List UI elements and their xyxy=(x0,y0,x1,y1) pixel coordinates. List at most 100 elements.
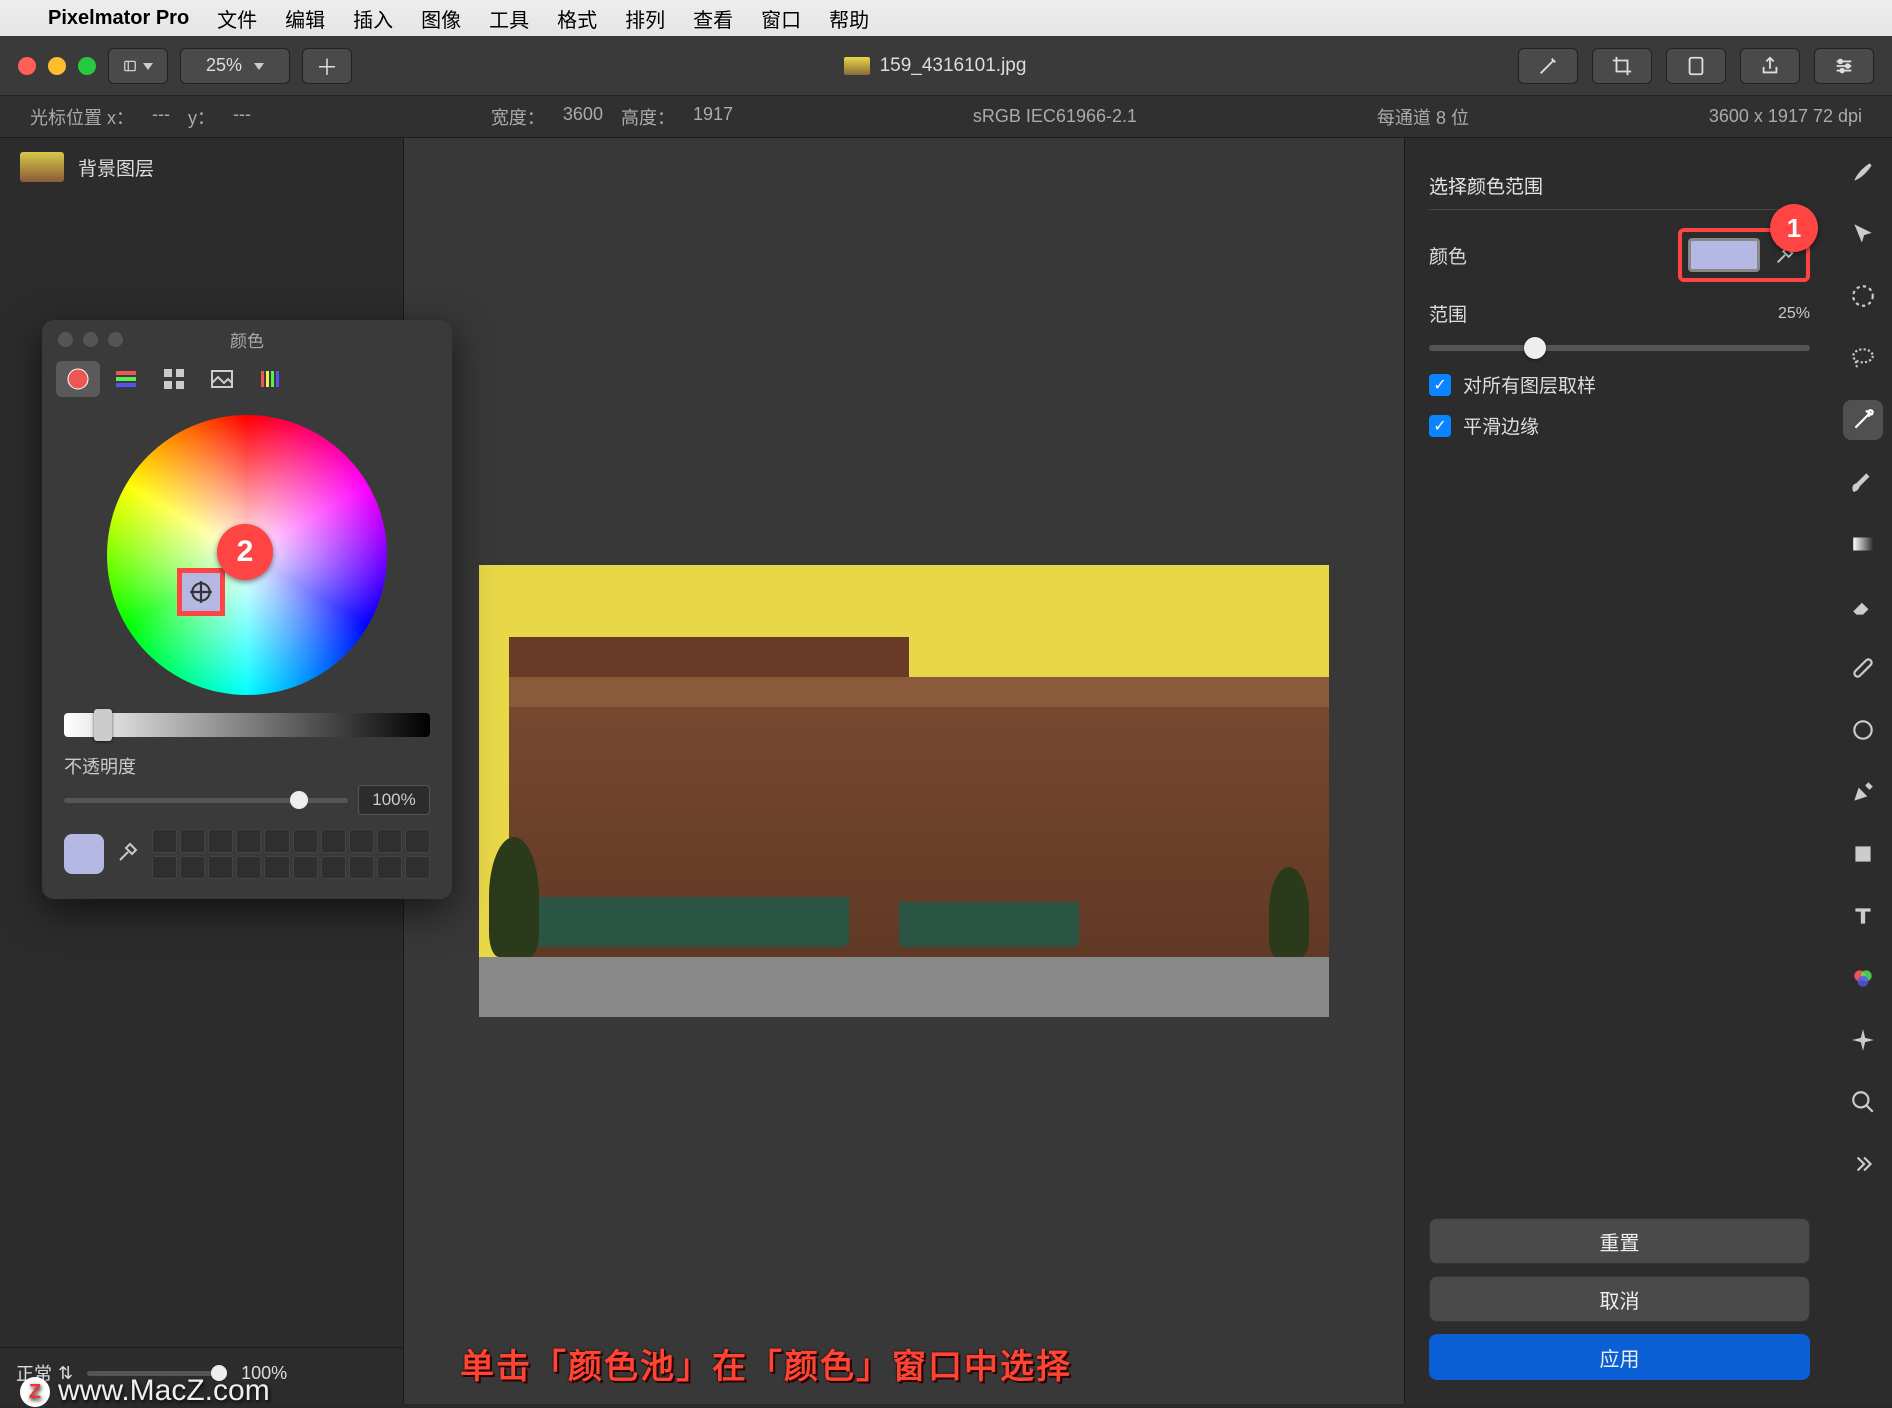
brush-icon xyxy=(1850,469,1876,495)
tool-repair[interactable] xyxy=(1843,648,1883,688)
lasso-icon xyxy=(1850,345,1876,371)
window-fullscreen-button[interactable] xyxy=(78,57,96,75)
share-icon xyxy=(1759,55,1781,77)
smooth-edges-checkbox[interactable]: ✓ 平滑边缘 xyxy=(1429,412,1810,439)
opacity-value[interactable]: 100% xyxy=(358,785,430,815)
layer-row[interactable]: 背景图层 xyxy=(0,138,403,196)
layer-name: 背景图层 xyxy=(78,154,154,181)
window-close-button[interactable] xyxy=(18,57,36,75)
sliders-icon xyxy=(1833,55,1855,77)
width-value: 3600 xyxy=(563,104,603,130)
tool-more[interactable] xyxy=(1843,1144,1883,1184)
zoom-dropdown[interactable]: 25% xyxy=(180,48,290,84)
tool-color-well[interactable] xyxy=(1843,958,1883,998)
color-tab-sliders[interactable] xyxy=(104,361,148,397)
color-tab-palettes[interactable] xyxy=(152,361,196,397)
menu-edit[interactable]: 编辑 xyxy=(285,4,325,33)
menu-tools[interactable]: 工具 xyxy=(489,4,529,33)
cursor-icon xyxy=(1850,221,1876,247)
tool-smudge[interactable] xyxy=(1843,710,1883,750)
tool-strip xyxy=(1834,138,1892,1404)
tool-pen[interactable] xyxy=(1843,772,1883,812)
tool-arrange[interactable] xyxy=(1843,214,1883,254)
panel-zoom-button[interactable] xyxy=(108,332,123,347)
panel-minimize-button[interactable] xyxy=(83,332,98,347)
colorspace-value: sRGB IEC61966-2.1 xyxy=(973,106,1137,127)
new-doc-button[interactable] xyxy=(1666,48,1726,84)
swatch-grid[interactable] xyxy=(152,829,430,879)
tool-paint[interactable] xyxy=(1843,462,1883,502)
tool-zoom[interactable] xyxy=(1843,1082,1883,1122)
sidebar-toggle-button[interactable] xyxy=(108,48,168,84)
current-color-swatch[interactable] xyxy=(64,834,104,874)
crop-icon xyxy=(1611,55,1633,77)
app-menu[interactable]: Pixelmator Pro xyxy=(48,7,189,30)
menu-format[interactable]: 格式 xyxy=(557,4,597,33)
sample-all-label: 对所有图层取样 xyxy=(1463,371,1596,398)
tool-shape[interactable] xyxy=(1843,834,1883,874)
magic-wand-icon xyxy=(1850,407,1876,433)
menu-insert[interactable]: 插入 xyxy=(353,4,393,33)
slider-thumb[interactable] xyxy=(94,709,112,741)
sparkle-icon xyxy=(1850,1027,1876,1053)
inspector-panel: 选择颜色范围 颜色 1 范围 25% xyxy=(1404,138,1834,1404)
menu-file[interactable]: 文件 xyxy=(217,4,257,33)
reset-label: 重置 xyxy=(1600,1227,1640,1256)
window-traffic-lights xyxy=(18,57,96,75)
eyedropper-icon xyxy=(116,840,140,864)
marquee-circle-icon xyxy=(1850,283,1876,309)
opacity-slider[interactable] xyxy=(64,798,348,803)
tool-text[interactable] xyxy=(1843,896,1883,936)
tool-marquee[interactable] xyxy=(1843,276,1883,316)
menu-image[interactable]: 图像 xyxy=(421,4,461,33)
add-button[interactable]: ＋ xyxy=(302,48,352,84)
menu-help[interactable]: 帮助 xyxy=(829,4,869,33)
chevron-down-icon xyxy=(137,55,153,76)
watermark-badge-icon: Z xyxy=(20,1377,50,1407)
tool-color-selection[interactable] xyxy=(1843,400,1883,440)
range-slider[interactable] xyxy=(1429,345,1810,351)
eyedropper-button[interactable] xyxy=(116,840,140,869)
menu-view[interactable]: 查看 xyxy=(693,4,733,33)
tool-style[interactable] xyxy=(1843,152,1883,192)
apply-button[interactable]: 应用 xyxy=(1429,1334,1810,1380)
color-picker-panel[interactable]: 颜色 2 不透明度 100% xyxy=(42,320,452,899)
window-minimize-button[interactable] xyxy=(48,57,66,75)
color-tab-wheel[interactable] xyxy=(56,361,100,397)
cancel-button[interactable]: 取消 xyxy=(1429,1276,1810,1322)
layer-thumb-icon xyxy=(20,152,64,182)
opacity-label: 不透明度 xyxy=(64,753,136,779)
color-tab-image[interactable] xyxy=(200,361,244,397)
gradient-icon xyxy=(1850,531,1876,557)
tool-effects[interactable] xyxy=(1843,1020,1883,1060)
bandage-icon xyxy=(1850,655,1876,681)
reset-button[interactable]: 重置 xyxy=(1429,1218,1810,1264)
color-adjust-button[interactable] xyxy=(1518,48,1578,84)
slider-thumb[interactable] xyxy=(1524,337,1546,359)
tool-lasso[interactable] xyxy=(1843,338,1883,378)
color-tab-pencils[interactable] xyxy=(248,361,292,397)
color-well[interactable] xyxy=(1688,238,1760,272)
menu-arrange[interactable]: 排列 xyxy=(625,4,665,33)
settings-toggle-button[interactable] xyxy=(1814,48,1874,84)
color-wheel-cursor-highlight xyxy=(177,568,225,616)
tool-erase[interactable] xyxy=(1843,586,1883,626)
checkbox-checked-icon: ✓ xyxy=(1429,374,1451,396)
sample-all-layers-checkbox[interactable]: ✓ 对所有图层取样 xyxy=(1429,371,1810,398)
canvas-area[interactable] xyxy=(404,138,1404,1404)
brightness-slider[interactable] xyxy=(64,713,430,737)
bitdepth-value: 每通道 8 位 xyxy=(1377,104,1469,130)
sidebar-icon xyxy=(123,55,137,77)
wand-icon xyxy=(1537,55,1559,77)
tool-gradient[interactable] xyxy=(1843,524,1883,564)
menu-window[interactable]: 窗口 xyxy=(761,4,801,33)
crop-button[interactable] xyxy=(1592,48,1652,84)
panel-close-button[interactable] xyxy=(58,332,73,347)
slider-thumb[interactable] xyxy=(290,791,308,809)
cursor-y-value: --- xyxy=(233,104,251,130)
square-icon xyxy=(1850,841,1876,867)
magnifier-icon xyxy=(1850,1089,1876,1115)
watermark-text: www.MacZ.com xyxy=(58,1374,270,1407)
share-button[interactable] xyxy=(1740,48,1800,84)
range-value: 25% xyxy=(1778,305,1810,323)
